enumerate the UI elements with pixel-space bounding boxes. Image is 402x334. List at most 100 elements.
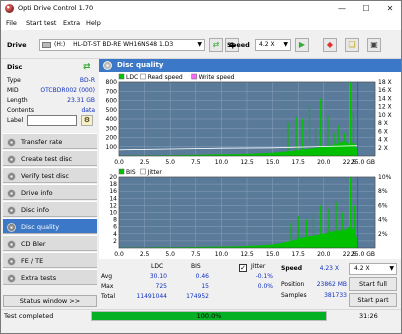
y-right-tick-label: 8 X bbox=[378, 120, 388, 127]
arrow-icon: ▶ bbox=[298, 40, 306, 49]
nav-label: Drive info bbox=[21, 189, 53, 197]
label-apply-button[interactable]: ⚙ bbox=[81, 115, 93, 126]
test-speed-select[interactable]: 4.2 X ▼ bbox=[349, 263, 397, 275]
data-spike bbox=[343, 132, 345, 156]
nav-extra-tests[interactable]: Extra tests bbox=[3, 269, 97, 285]
y-right-tick-label: 2% bbox=[378, 231, 388, 238]
legend-label: Write speed bbox=[199, 74, 235, 81]
ldc-chart: LDC Read speed Write speed 0.0 2.5 5.0 7.5 10.0… bbox=[99, 72, 401, 167]
drive-letter: (H:) bbox=[54, 41, 66, 48]
info-key: Type bbox=[7, 77, 21, 84]
legend-swatch bbox=[191, 73, 197, 80]
legend-swatch bbox=[118, 168, 125, 175]
save-button[interactable]: ▣ bbox=[367, 38, 381, 52]
nav-label: Disc quality bbox=[21, 223, 60, 231]
nav-verify-test-disc[interactable]: Verify test disc bbox=[3, 167, 97, 183]
status-bar: Test completed 100.0% 31:26 bbox=[1, 309, 401, 333]
x-tick-label: 0.0 bbox=[114, 159, 124, 166]
y-tick-label: 10 bbox=[109, 210, 117, 217]
data-spike bbox=[312, 212, 315, 248]
col-ldc-header: LDC bbox=[151, 263, 164, 270]
nav-cd-bler[interactable]: CD Bler bbox=[3, 235, 97, 251]
nav-label: Extra tests bbox=[21, 274, 57, 282]
total-bis: 174952 bbox=[186, 293, 209, 300]
y-tick-label: 100 bbox=[106, 144, 118, 151]
disc-icon bbox=[7, 172, 16, 181]
menu-help[interactable]: Help bbox=[86, 19, 101, 27]
speed-select[interactable]: 4.2 X ▼ bbox=[255, 39, 291, 51]
disc-info-length: Length 23.31 GB bbox=[7, 97, 97, 107]
left-panel: Disc ⇄ Type BD-R MID OTCBDR002 (000) Len… bbox=[1, 59, 99, 309]
x-tick-label: 2.5 bbox=[140, 159, 150, 166]
position-value: 23862 MB bbox=[316, 281, 347, 288]
disc-header-title: Disc bbox=[7, 63, 23, 71]
copy-button[interactable]: ❏ bbox=[345, 38, 359, 52]
total-ldc: 11491044 bbox=[136, 293, 167, 300]
label-input[interactable] bbox=[27, 115, 77, 126]
data-spike bbox=[320, 98, 322, 156]
menu-extra[interactable]: Extra bbox=[63, 19, 80, 27]
menu-start-test[interactable]: Start test bbox=[26, 19, 56, 27]
y-tick-label: 16 bbox=[109, 188, 117, 195]
nav-label: Transfer rate bbox=[21, 138, 63, 146]
position-label: Position bbox=[281, 281, 305, 288]
y-tick-label: 4 bbox=[113, 231, 117, 238]
speed-refresh-button[interactable]: ▶ bbox=[295, 38, 309, 52]
data-spike bbox=[349, 177, 352, 248]
data-spike bbox=[327, 116, 329, 156]
maximize-button[interactable]: ☐ bbox=[355, 1, 377, 16]
close-button[interactable]: ✕ bbox=[379, 1, 401, 16]
nav-disc-quality[interactable]: Disc quality bbox=[3, 218, 97, 234]
disc-icon bbox=[7, 274, 16, 283]
bis-chart: BIS Jitter 0.0 2.5 5.0 7.5 10.0 12.5 15.0 17.5 20.… bbox=[99, 167, 401, 259]
x-tick-label: 0.0 bbox=[114, 251, 124, 258]
refresh-drive-button[interactable]: ⇄ bbox=[209, 38, 223, 52]
y-tick-label: 20 bbox=[109, 174, 117, 181]
legend-label: Read speed bbox=[148, 74, 183, 81]
y-tick-label: 800 bbox=[106, 79, 118, 86]
nav-create-test-disc[interactable]: Create test disc bbox=[3, 150, 97, 166]
x-tick-label: 2.5 bbox=[140, 251, 150, 258]
data-spike bbox=[297, 216, 299, 248]
legend-swatch bbox=[118, 73, 125, 80]
info-key: Contents bbox=[7, 107, 34, 114]
y-right-tick-label: 12 X bbox=[378, 104, 392, 111]
y-right-tick-label: 16 X bbox=[378, 87, 392, 94]
samples-label: Samples bbox=[281, 292, 307, 299]
ldc-chart-svg: LDC Read speed Write speed 0.0 2.5 5.0 7.5 10.0… bbox=[106, 73, 392, 166]
nav-disc-info[interactable]: Disc info bbox=[3, 201, 97, 217]
data-spike bbox=[301, 119, 303, 156]
speed-stat-value: 4.23 X bbox=[319, 265, 339, 272]
data-spike bbox=[305, 219, 307, 248]
status-window-button[interactable]: Status window >> bbox=[3, 295, 97, 307]
x-tick-label: 5.0 bbox=[165, 159, 175, 166]
data-spike bbox=[290, 223, 292, 248]
info-value: data bbox=[81, 107, 95, 114]
nav-drive-info[interactable]: Drive info bbox=[3, 184, 97, 200]
x-tick-label: 20.0 bbox=[317, 251, 331, 258]
speed-select-value: 4.2 X bbox=[259, 41, 275, 48]
erase-button[interactable]: ◆ bbox=[323, 38, 337, 52]
disc-info-mid: MID OTCBDR002 (000) bbox=[7, 87, 97, 97]
disc-header: Disc ⇄ bbox=[3, 61, 97, 73]
menu-file[interactable]: File bbox=[6, 19, 17, 27]
start-full-button[interactable]: Start full bbox=[349, 277, 397, 291]
progress-text: 100.0% bbox=[196, 312, 222, 320]
nav-fe-te[interactable]: FE / TE bbox=[3, 252, 97, 268]
avg-jitter: -0.1% bbox=[255, 273, 273, 280]
refresh-disc-icon[interactable]: ⇄ bbox=[83, 61, 95, 73]
y-tick-label: 200 bbox=[106, 135, 118, 142]
main-title: Disc quality bbox=[117, 61, 164, 69]
erase-icon: ◆ bbox=[326, 40, 334, 49]
nav-transfer-rate[interactable]: Transfer rate bbox=[3, 133, 97, 149]
minimize-button[interactable]: — bbox=[331, 1, 353, 16]
jitter-checkbox[interactable]: ✓ bbox=[239, 264, 247, 272]
elapsed-time: 31:26 bbox=[359, 312, 378, 320]
y-right-tick-label: 10% bbox=[378, 174, 392, 181]
start-part-button[interactable]: Start part bbox=[349, 293, 397, 307]
nav-label: Disc info bbox=[21, 206, 50, 214]
disc-icon bbox=[7, 155, 16, 164]
data-spike bbox=[308, 106, 311, 156]
drive-select[interactable]: (H:) HL-DT-ST BD-RE WH16NS48 1.D3 ▼ bbox=[39, 39, 205, 51]
menu-bar: File Start test Extra Help bbox=[1, 16, 401, 30]
